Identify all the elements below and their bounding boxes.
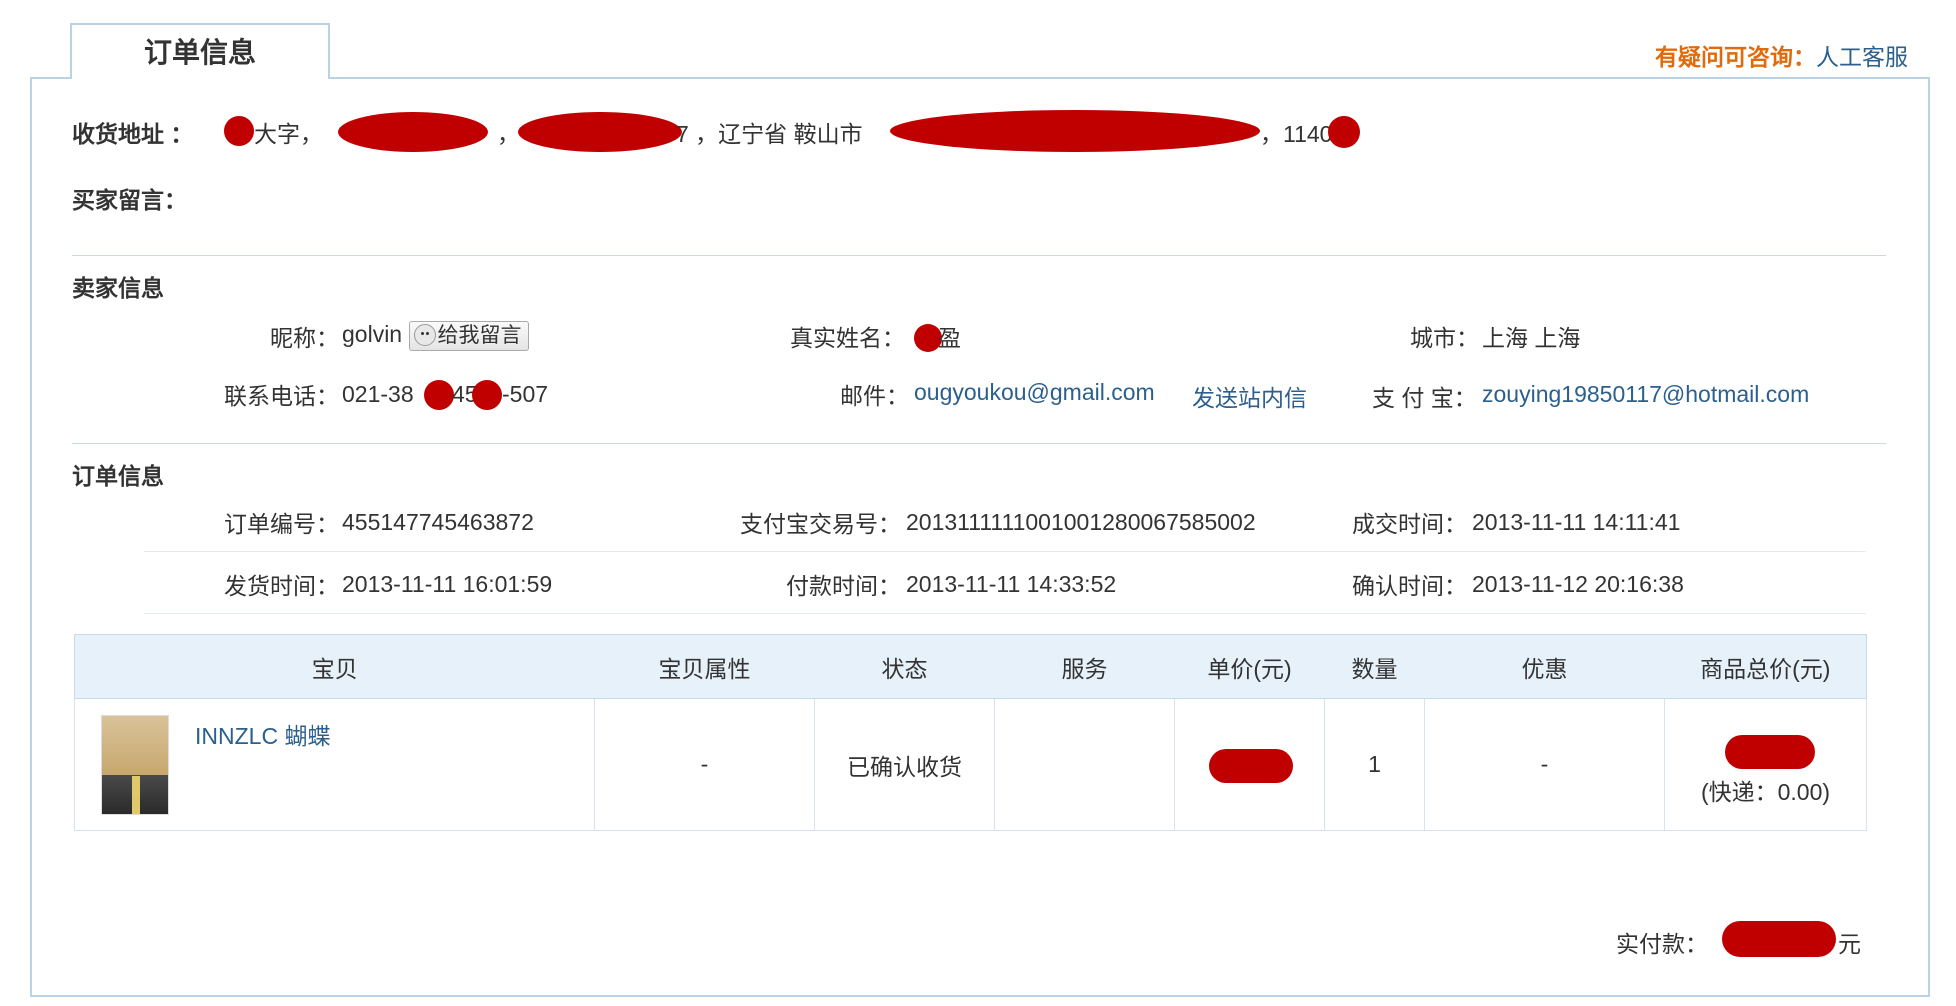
redaction-mark [1209,749,1293,783]
redaction-mark [224,116,254,146]
buyer-message-label: 买家留言： [72,187,187,213]
attributes-cell: - [594,698,815,831]
section-divider [72,443,1886,444]
shipping-fee: (快递：0.00) [1700,779,1831,805]
seller-city: 上海 上海 [1482,325,1581,351]
confirm-time-label: 确认时间： [1352,573,1467,599]
col-header-status: 状态 [814,634,995,699]
seller-alipay-link[interactable]: zouying19850117@hotmail.com [1482,381,1809,408]
send-site-message-link[interactable]: 发送站内信 [1192,379,1307,413]
help-area: 有疑问可咨询：人工客服 [1655,38,1908,72]
address-name: 大字， [254,121,323,147]
col-header-service: 服务 [994,634,1175,699]
alipay-trade-label: 支付宝交易号： [740,511,901,537]
item-cell: INNZLC 蝴蝶 [74,698,595,831]
service-cell [994,698,1175,831]
total-cell: (快递：0.00) [1664,698,1867,831]
col-header-unit-price: 单价(元) [1174,634,1325,699]
alipay-trade-no: 2013111111001001280067585002 [906,509,1256,535]
redaction-mark [1328,116,1360,148]
redaction-mark [1725,735,1815,769]
tab-order-info[interactable]: 订单信息 [70,23,330,79]
section-divider [72,255,1886,256]
total-paid-label: 实付款： [1616,931,1708,957]
city-label: 城市： [1410,325,1479,351]
col-header-quantity: 数量 [1324,634,1425,699]
ship-time: 2013-11-11 16:01:59 [342,571,553,597]
shipping-address-label: 收货地址 ： [72,121,194,147]
alipay-label: 支 付 宝： [1372,385,1477,411]
chat-face-icon [413,324,436,346]
col-header-discount: 优惠 [1424,634,1665,699]
redaction-mark [338,112,488,152]
redaction-mark [472,380,502,410]
redaction-mark [518,112,682,152]
product-thumbnail[interactable] [101,715,169,815]
shipping-address-row: 收货地址 ： [72,115,193,149]
customer-service-link[interactable]: 人工客服 [1816,44,1908,70]
help-question: 有疑问可咨询： [1655,44,1816,70]
order-detail-panel: 收货地址 ： 大字， ， 7 ，辽宁省 鞍山市 ，1140 买家留言： 卖家信息… [30,77,1930,997]
confirm-time: 2013-11-12 20:16:38 [1472,571,1684,597]
table-row: INNZLC 蝴蝶 - 已确认收货 1 - (快递：0.00) [74,698,1867,831]
seller-realname: 盈 [938,325,961,351]
seller-email-link[interactable]: ougyoukou@gmail.com [914,379,1155,406]
total-unit: 元 [1838,931,1861,957]
pay-time: 2013-11-11 14:33:52 [906,571,1117,597]
row-divider [144,551,1866,552]
redaction-mark [890,110,1260,152]
address-postcode: ，1140 [1260,121,1333,147]
seller-nickname: golvin [342,321,403,348]
status-cell: 已确认收货 [814,698,995,831]
seller-phone-c: -507 [502,381,549,407]
order-info-title: 订单信息 [72,463,164,489]
ship-time-label: 发货时间： [224,573,339,599]
deal-time: 2013-11-11 14:11:41 [1472,509,1681,535]
col-header-total: 商品总价(元) [1664,634,1867,699]
address-region: 7 ，辽宁省 鞍山市 [676,121,863,147]
seller-nickname-row: 昵称： [270,319,339,353]
phone-label: 联系电话： [224,383,339,409]
table-header-row: 宝贝 宝贝属性 状态 服务 单价(元) 数量 优惠 商品总价(元) [74,634,1867,699]
discount-cell: - [1424,698,1665,831]
quantity-cell: 1 [1324,698,1425,831]
realname-label: 真实姓名： [790,325,905,351]
seller-info-title: 卖家信息 [72,275,164,301]
items-table: 宝贝 宝贝属性 状态 服务 单价(元) 数量 优惠 商品总价(元) INNZLC… [74,634,1867,831]
pay-time-label: 付款时间： [786,573,901,599]
deal-time-label: 成交时间： [1352,511,1467,537]
redaction-mark [1722,921,1836,957]
col-header-attributes: 宝贝属性 [594,634,815,699]
row-divider [144,613,1866,614]
unit-price-cell [1174,698,1325,831]
order-no: 455147745463872 [342,509,534,535]
nickname-label: 昵称： [270,325,339,351]
seller-nickname-wrap: golvin 给我留言 [342,321,529,351]
col-header-item: 宝贝 [74,634,595,699]
leave-message-button[interactable]: 给我留言 [408,321,529,351]
address-sep1: ， [497,121,520,147]
product-name-link[interactable]: INNZLC 蝴蝶 [195,717,330,751]
order-no-label: 订单编号： [224,511,339,537]
email-label: 邮件： [840,383,909,409]
seller-phone-a: 021-38 [342,381,414,407]
redaction-mark [424,380,454,410]
leave-message-label: 给我留言 [437,324,522,347]
